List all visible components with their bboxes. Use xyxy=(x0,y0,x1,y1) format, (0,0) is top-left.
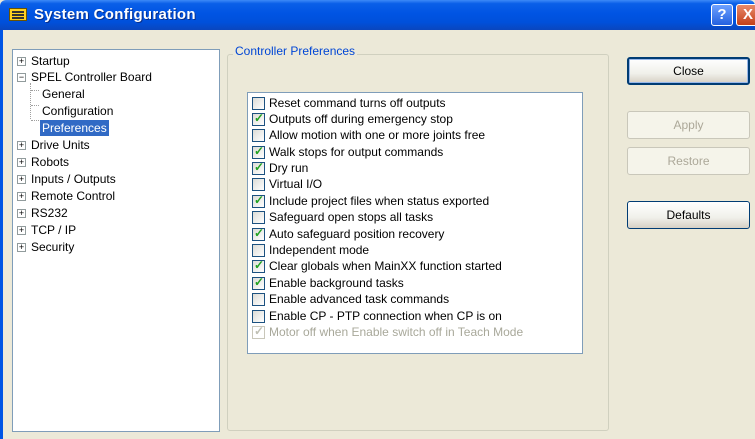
checkbox[interactable] xyxy=(252,293,265,306)
checkbox[interactable] xyxy=(252,144,265,159)
settings-tree[interactable]: + Startup − SPEL Controller Board Genera… xyxy=(12,49,220,432)
expand-icon[interactable]: + xyxy=(17,141,26,150)
apply-button[interactable]: Apply xyxy=(627,111,750,139)
tree-item-preferences[interactable]: Preferences xyxy=(13,120,213,136)
option-label: Auto safeguard position recovery xyxy=(269,227,445,241)
expand-icon[interactable]: + xyxy=(17,192,26,201)
checkbox[interactable] xyxy=(252,258,265,273)
group-title: Controller Preferences xyxy=(233,44,358,58)
option-label: Clear globals when MainXX function start… xyxy=(269,259,502,273)
tree-item-label: Remote Control xyxy=(31,189,116,203)
tree-item-label: Configuration xyxy=(42,104,114,118)
option-label: Outputs off during emergency stop xyxy=(269,112,453,126)
window-title: System Configuration xyxy=(34,6,196,23)
checkbox[interactable] xyxy=(252,275,265,290)
defaults-button[interactable]: Defaults xyxy=(627,201,750,229)
expand-icon[interactable]: + xyxy=(17,209,26,218)
tree-item-label: Drive Units xyxy=(31,138,90,152)
tree-item-remote-control[interactable]: + Remote Control xyxy=(13,188,213,204)
close-button[interactable]: Close xyxy=(627,57,750,85)
tree-item-configuration[interactable]: Configuration xyxy=(13,103,213,119)
app-icon xyxy=(9,8,27,21)
option-label: Safeguard open stops all tasks xyxy=(269,210,434,224)
tree-item-inputs-outputs[interactable]: + Inputs / Outputs xyxy=(13,171,213,187)
checkbox[interactable] xyxy=(252,129,265,142)
tree-item-rs232[interactable]: + RS232 xyxy=(13,205,213,221)
tree-item-label: Startup xyxy=(31,54,70,68)
option-label: Enable background tasks xyxy=(269,276,404,290)
checkbox[interactable] xyxy=(252,244,265,257)
tree-item-label: SPEL Controller Board xyxy=(31,70,152,84)
tree-item-label: Robots xyxy=(31,155,70,169)
checkbox[interactable] xyxy=(252,310,265,323)
tree-item-label: Security xyxy=(31,240,75,254)
tree-item-label: RS232 xyxy=(31,206,68,220)
option-label: Reset command turns off outputs xyxy=(269,96,446,110)
expand-icon[interactable]: + xyxy=(17,175,26,184)
tree-item-label: General xyxy=(42,87,85,101)
window-close-button[interactable]: X xyxy=(736,4,755,26)
title-bar[interactable]: System Configuration ? X xyxy=(0,0,755,30)
expand-icon[interactable]: + xyxy=(17,243,26,252)
option-label: Include project files when status export… xyxy=(269,194,490,208)
preferences-list[interactable]: Reset command turns off outputs Outputs … xyxy=(247,92,583,354)
tree-item-general[interactable]: General xyxy=(13,86,213,102)
checkbox[interactable] xyxy=(252,178,265,191)
option-label: Independent mode xyxy=(269,243,370,257)
checkbox[interactable] xyxy=(252,211,265,224)
tree-item-tcp-ip[interactable]: + TCP / IP xyxy=(13,222,213,238)
option-label: Walk stops for output commands xyxy=(269,145,444,159)
restore-button[interactable]: Restore xyxy=(627,147,750,175)
checkbox[interactable] xyxy=(252,193,265,208)
tree-item-security[interactable]: + Security xyxy=(13,239,213,255)
option-label: Virtual I/O xyxy=(269,177,323,191)
tree-item-label: Preferences xyxy=(40,120,109,136)
option-label: Motor off when Enable switch off in Teac… xyxy=(269,325,524,339)
tree-item-spel-controller-board[interactable]: − SPEL Controller Board xyxy=(13,69,213,85)
help-button[interactable]: ? xyxy=(711,4,733,26)
tree-item-drive-units[interactable]: + Drive Units xyxy=(13,137,213,153)
collapse-icon[interactable]: − xyxy=(17,73,26,82)
tree-item-label: TCP / IP xyxy=(31,223,77,237)
expand-icon[interactable]: + xyxy=(17,57,26,66)
expand-icon[interactable]: + xyxy=(17,158,26,167)
checkbox[interactable] xyxy=(252,226,265,241)
checkbox xyxy=(252,324,265,339)
tree-item-startup[interactable]: + Startup xyxy=(13,53,213,69)
checkbox[interactable] xyxy=(252,97,265,110)
tree-item-robots[interactable]: + Robots xyxy=(13,154,213,170)
option-label: Dry run xyxy=(269,161,309,175)
tree-item-label: Inputs / Outputs xyxy=(31,172,116,186)
checkbox[interactable] xyxy=(252,160,265,175)
expand-icon[interactable]: + xyxy=(17,226,26,235)
option-label: Enable advanced task commands xyxy=(269,292,450,306)
option-label: Enable CP - PTP connection when CP is on xyxy=(269,309,502,323)
window-frame xyxy=(0,30,3,439)
checkbox[interactable] xyxy=(252,111,265,126)
option-label: Allow motion with one or more joints fre… xyxy=(269,128,486,142)
